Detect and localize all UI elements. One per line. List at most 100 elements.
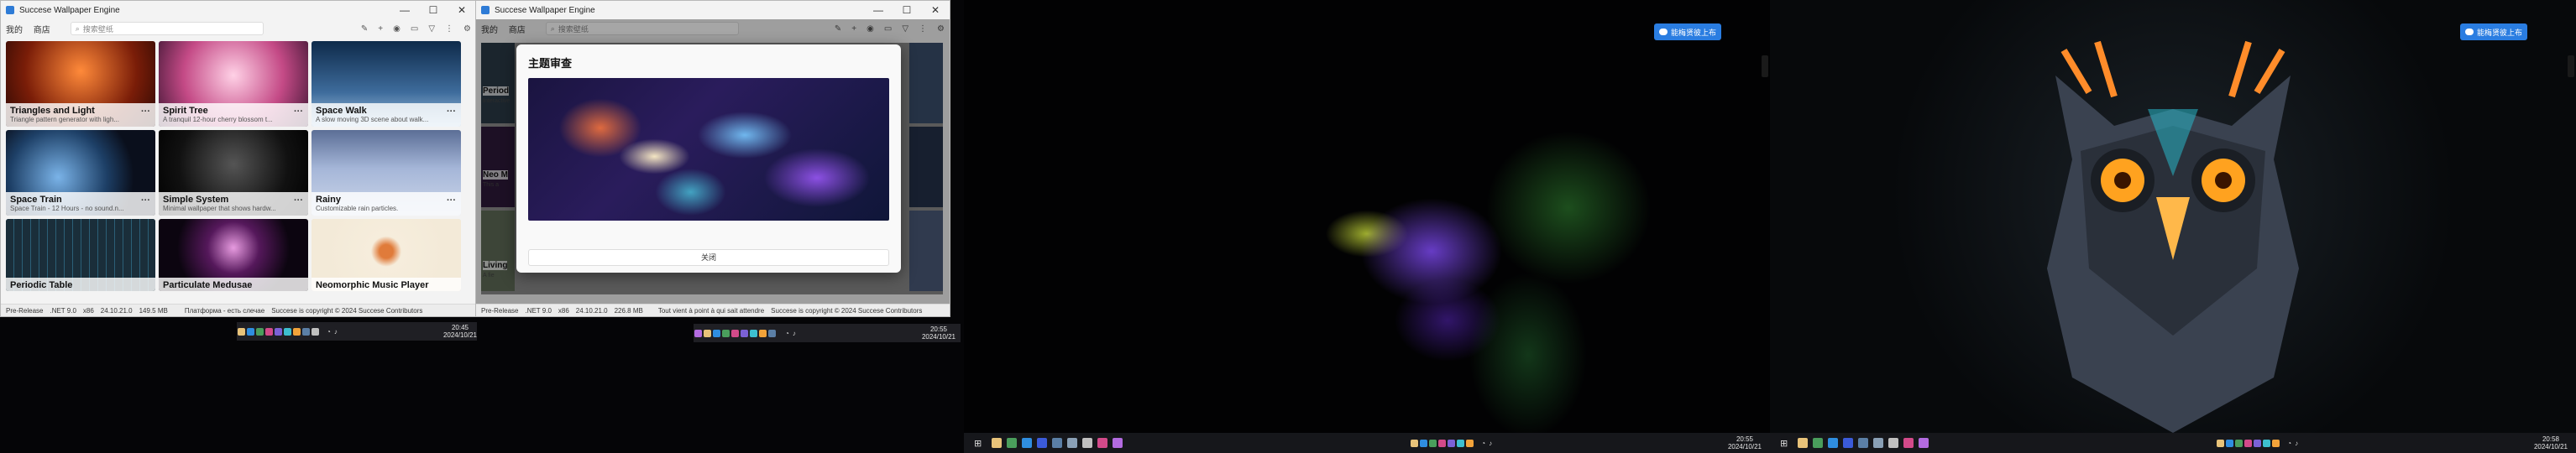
taskbar-app-icon[interactable]	[704, 329, 711, 337]
taskbar-app-icon[interactable]	[1858, 438, 1869, 448]
tray-icon[interactable]	[2217, 439, 2225, 447]
tab-mine[interactable]: 我的	[6, 26, 23, 35]
wifi-icon[interactable]: ◔	[327, 328, 331, 336]
taskbar-clock[interactable]: 20:45 2024/10/21	[443, 324, 477, 339]
taskbar-app-icon[interactable]	[238, 327, 245, 336]
taskbar-app-icon[interactable]	[302, 327, 310, 336]
taskbar-app-icon[interactable]	[731, 329, 739, 337]
cloud-upload-badge[interactable]: 能梅贤彼上布	[1654, 23, 1722, 40]
tab-store[interactable]: 商店	[34, 26, 50, 35]
tray-icon[interactable]	[2244, 439, 2253, 447]
taskbar-app-icon[interactable]	[1843, 438, 1854, 448]
tray-icon[interactable]	[2272, 439, 2280, 447]
maximize-button[interactable]: ☐	[893, 4, 921, 16]
taskbar-app-icon[interactable]	[284, 327, 291, 336]
wifi-icon[interactable]: ◔	[2287, 440, 2291, 447]
wallpaper-card[interactable]: Spirit Tree A tranquil 12-hour cherry blo…	[159, 41, 308, 127]
card-more-icon[interactable]: ···	[447, 195, 456, 206]
start-icon[interactable]: ⊞	[974, 438, 982, 449]
wallpaper-card[interactable]: Triangles and Light Triangle pattern gene…	[6, 41, 155, 127]
side-handle[interactable]	[1762, 55, 1768, 77]
tray-icon[interactable]	[2235, 439, 2244, 447]
taskbar-app-icon[interactable]	[759, 329, 767, 337]
tray-icon[interactable]	[2254, 439, 2262, 447]
tray-icon[interactable]	[2226, 439, 2234, 447]
taskbar-clock[interactable]: 20:55 2024/10/21	[922, 325, 956, 341]
dialog-close-button[interactable]: 关闭	[528, 249, 889, 266]
taskbar-app-icon[interactable]	[1888, 438, 1899, 448]
minimize-button[interactable]: —	[864, 4, 893, 16]
tray-icon[interactable]	[1411, 439, 1419, 447]
wallpaper-card[interactable]: Simple System Minimal wallpaper that show…	[159, 130, 308, 216]
search-input[interactable]: ⌕ 搜索壁纸	[70, 22, 264, 35]
taskbar-app-icon[interactable]	[1903, 438, 1914, 448]
wallpaper-card[interactable]: Space Train Space Train - 12 Hours - no s…	[6, 130, 155, 216]
filter-icon[interactable]: ▽	[428, 24, 435, 34]
taskbar-app-icon[interactable]	[694, 329, 702, 337]
taskbar-app-icon[interactable]	[265, 327, 273, 336]
card-more-icon[interactable]: ···	[447, 107, 456, 117]
more-icon[interactable]: ⋮	[445, 24, 453, 34]
taskbar-app-icon[interactable]	[1919, 438, 1929, 448]
wallpaper-card[interactable]: Particulate Medusae	[159, 219, 308, 291]
settings-icon[interactable]: ⚙	[463, 24, 471, 34]
volume-icon[interactable]: ♪	[793, 330, 796, 337]
taskbar-app-icon[interactable]	[713, 329, 720, 337]
taskbar-app-icon[interactable]	[256, 327, 264, 336]
taskbar-app-icon[interactable]	[1097, 438, 1108, 448]
tray-icon[interactable]	[2263, 439, 2271, 447]
start-icon[interactable]: ⊞	[1780, 438, 1788, 449]
taskbar-app-icon[interactable]	[293, 327, 301, 336]
wallpaper-card[interactable]: Periodic Table	[6, 219, 155, 291]
volume-icon[interactable]: ♪	[1489, 440, 1492, 447]
card-more-icon[interactable]: ···	[294, 107, 303, 117]
card-more-icon[interactable]: ···	[294, 195, 303, 206]
volume-icon[interactable]: ♪	[2295, 440, 2298, 447]
wifi-icon[interactable]: ◔	[1481, 440, 1485, 447]
taskbar-app-icon[interactable]	[1082, 438, 1093, 448]
tray-icon[interactable]	[1457, 439, 1465, 447]
taskbar-app-icon[interactable]	[1037, 438, 1048, 448]
taskbar-app-icon[interactable]	[1052, 438, 1063, 448]
card-more-icon[interactable]: ···	[141, 107, 150, 117]
taskbar-app-icon[interactable]	[312, 327, 319, 336]
taskbar-app-icon[interactable]	[1798, 438, 1809, 448]
card-more-icon[interactable]: ···	[141, 195, 150, 206]
add-icon[interactable]: +	[378, 24, 383, 34]
maximize-button[interactable]: ☐	[419, 4, 448, 16]
tray-icon[interactable]	[1466, 439, 1474, 447]
taskbar-app-icon[interactable]	[275, 327, 282, 336]
taskbar-app-icon[interactable]	[247, 327, 254, 336]
taskbar-app-icon[interactable]	[1873, 438, 1884, 448]
taskbar-app-icon[interactable]	[750, 329, 757, 337]
tray-icon[interactable]	[1448, 439, 1456, 447]
tray-icon[interactable]	[1420, 439, 1428, 447]
taskbar-app-icon[interactable]	[1813, 438, 1824, 448]
close-button[interactable]: ✕	[921, 4, 950, 16]
taskbar-app-icon[interactable]	[992, 438, 1003, 448]
wallpaper-card[interactable]: Space Walk A slow moving 3D scene about w…	[312, 41, 461, 127]
taskbar-app-icon[interactable]	[768, 329, 776, 337]
taskbar-app-icon[interactable]	[741, 329, 748, 337]
wallpaper-card[interactable]: Neomorphic Music Player	[312, 219, 461, 291]
record-icon[interactable]: ◉	[393, 24, 401, 34]
wallpaper-card[interactable]: Rainy Customizable rain particles. ···	[312, 130, 461, 216]
display-icon[interactable]: ▭	[411, 24, 418, 34]
tray-icon[interactable]	[1429, 439, 1437, 447]
taskbar-app-icon[interactable]	[1113, 438, 1123, 448]
taskbar-app-icon[interactable]	[1007, 438, 1018, 448]
taskbar-clock[interactable]: 20:55 2024/10/21	[1728, 435, 1762, 450]
wifi-icon[interactable]: ◔	[785, 330, 789, 337]
side-handle[interactable]	[2568, 55, 2574, 77]
taskbar-app-icon[interactable]	[722, 329, 730, 337]
volume-icon[interactable]: ♪	[334, 328, 338, 336]
close-button[interactable]: ✕	[448, 4, 476, 16]
tray-icon[interactable]	[1438, 439, 1447, 447]
taskbar-app-icon[interactable]	[1067, 438, 1078, 448]
cloud-upload-badge[interactable]: 能梅贤彼上布	[2460, 23, 2528, 40]
taskbar-clock[interactable]: 20:58 2024/10/21	[2534, 435, 2568, 450]
brush-icon[interactable]: ✎	[361, 24, 368, 34]
taskbar-app-icon[interactable]	[1022, 438, 1033, 448]
taskbar-app-icon[interactable]	[1828, 438, 1839, 448]
minimize-button[interactable]: —	[390, 4, 419, 16]
